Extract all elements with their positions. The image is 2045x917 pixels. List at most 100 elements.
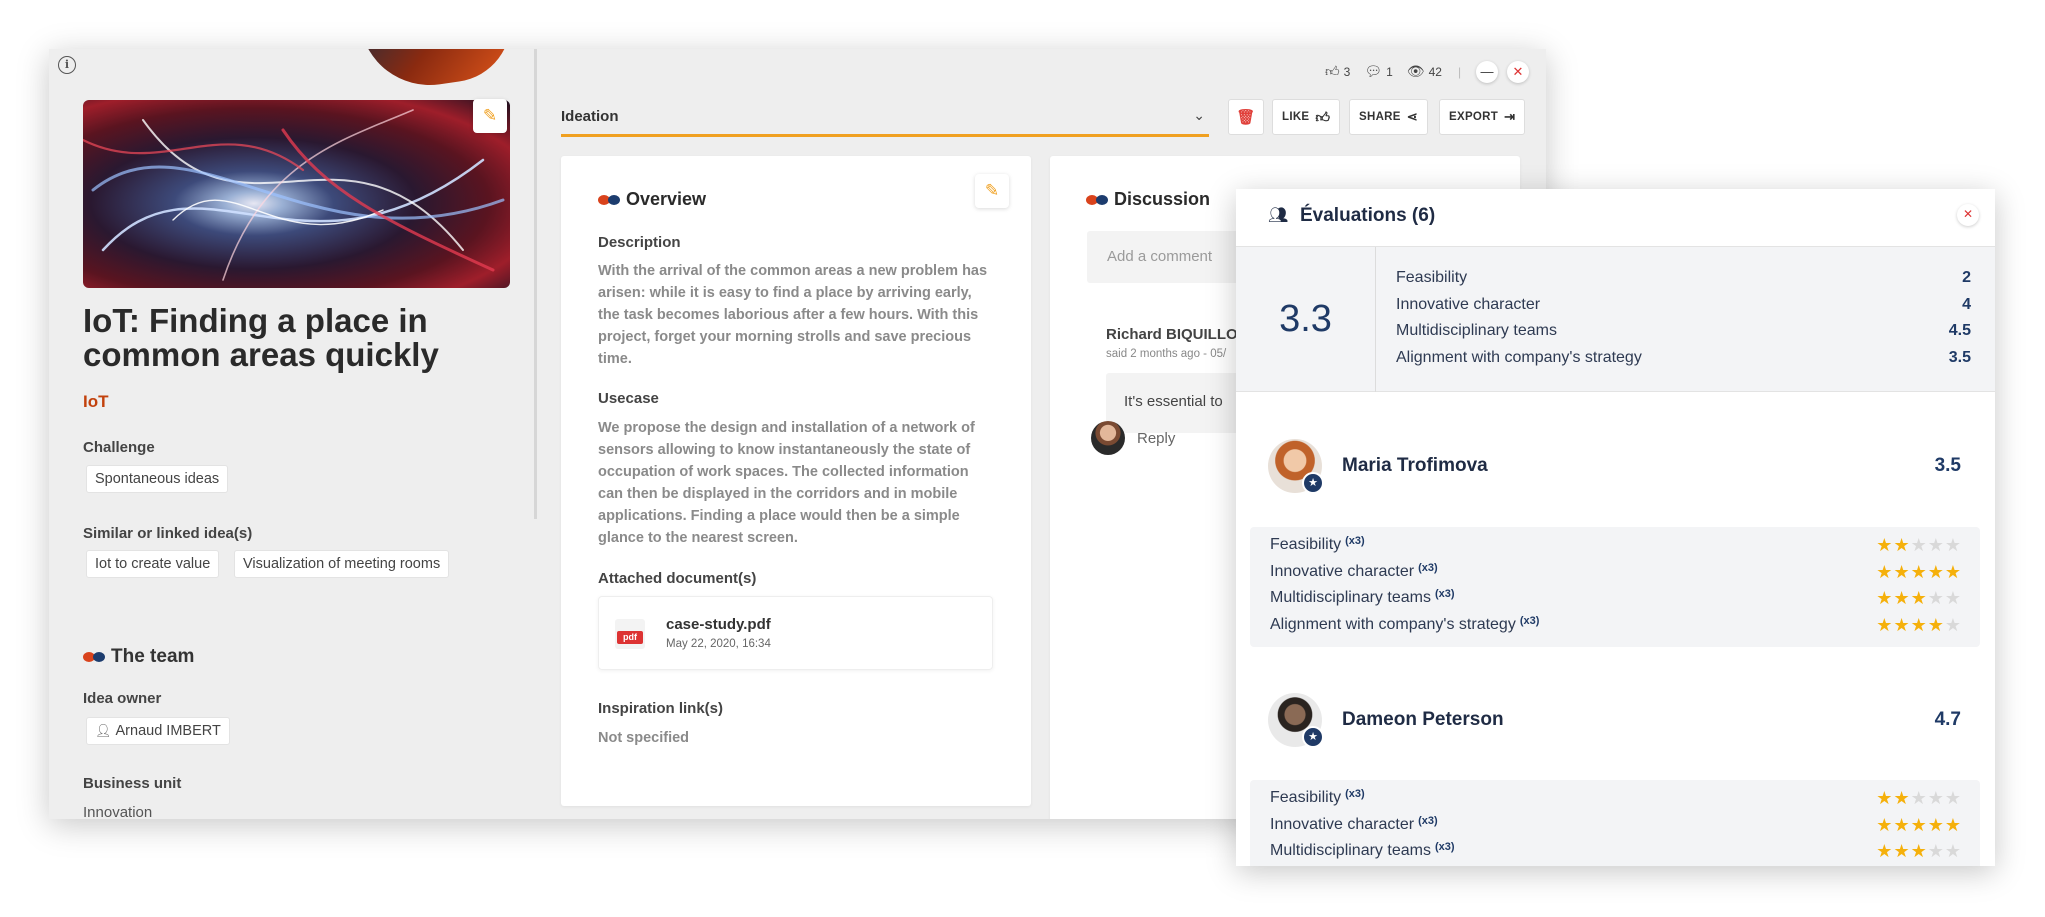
similar-idea-chip[interactable]: Iot to create value	[86, 550, 219, 578]
idea-owner-label: Idea owner	[83, 690, 161, 707]
thumbs-up-icon: 👍︎	[1315, 109, 1330, 126]
star-filled-icon: ★	[1893, 588, 1910, 609]
info-icon[interactable]: i	[58, 56, 76, 74]
star-filled-icon: ★	[1876, 788, 1893, 809]
idea-owner-chip[interactable]: 👤︎Arnaud IMBERT	[86, 717, 230, 745]
comment-author: Richard BIQUILLO	[1106, 326, 1238, 343]
star-filled-icon: ★	[1911, 562, 1928, 583]
sidebar-scrollbar[interactable]	[534, 49, 537, 519]
evaluator-name: Maria Trofimova	[1342, 455, 1488, 477]
export-button-label: EXPORT	[1449, 111, 1498, 123]
summary-row: Feasibility2	[1396, 269, 1971, 287]
document-name: case-study.pdf	[666, 616, 771, 633]
brand-dots-icon	[1086, 195, 1108, 205]
thumbs-up-icon: 👍︎	[1325, 63, 1340, 80]
likes-count: 3	[1344, 65, 1351, 79]
star-filled-icon: ★	[1876, 615, 1893, 636]
star-badge-icon: ★	[1302, 726, 1324, 748]
average-score: 3.3	[1236, 247, 1376, 392]
star-filled-icon: ★	[1893, 615, 1910, 636]
comment-icon: 💬︎	[1364, 63, 1382, 80]
idea-stats: 👍︎ 3 💬︎ 1 👁︎ 42 |	[1325, 63, 1461, 80]
eye-icon: 👁︎	[1407, 63, 1425, 80]
team-heading: The team	[83, 646, 194, 668]
close-evaluations-button[interactable]: ✕	[1957, 204, 1979, 226]
criteria-row: Feasibility(x3)★★★★★	[1270, 535, 1962, 559]
star-filled-icon: ★	[1893, 788, 1910, 809]
export-button[interactable]: EXPORT ⇥	[1439, 99, 1525, 135]
edit-cover-button[interactable]: ✎	[473, 99, 507, 133]
close-window-button[interactable]: ✕	[1507, 61, 1529, 83]
document-date: May 22, 2020, 16:34	[666, 638, 771, 650]
star-filled-icon: ★	[1876, 841, 1893, 862]
criteria-row: Alignment with company's strategy(x3)★★★…	[1270, 615, 1962, 639]
star-filled-icon: ★	[1911, 588, 1928, 609]
close-icon: ✕	[1513, 64, 1524, 79]
brand-dots-icon	[83, 652, 105, 662]
idea-title: IoT: Finding a place in common areas qui…	[83, 304, 503, 372]
similar-ideas-label: Similar or linked idea(s)	[83, 525, 252, 542]
delete-button[interactable]: 🗑︎	[1228, 99, 1264, 135]
criteria-row: Innovative character(x3)★★★★★	[1270, 562, 1962, 586]
overview-card: Overview ✎ Description With the arrival …	[561, 156, 1031, 806]
reply-link[interactable]: Reply	[1137, 430, 1175, 447]
star-filled-icon: ★	[1945, 562, 1962, 583]
minimize-button[interactable]: —	[1476, 61, 1498, 83]
share-icon: ⋖	[1407, 109, 1418, 125]
share-button[interactable]: SHARE ⋖	[1349, 99, 1428, 135]
star-filled-icon: ★	[1928, 562, 1945, 583]
stats-divider: |	[1458, 65, 1461, 79]
star-filled-icon: ★	[1911, 841, 1928, 862]
criteria-list: Feasibility(x3)★★★★★ Innovative characte…	[1250, 527, 1980, 647]
star-empty-icon: ★	[1928, 588, 1945, 609]
business-unit-value: Innovation	[83, 804, 152, 819]
overview-heading-text: Overview	[626, 189, 706, 210]
star-empty-icon: ★	[1911, 535, 1928, 556]
idea-category[interactable]: IoT	[83, 392, 109, 412]
idea-owner-name: Arnaud IMBERT	[116, 723, 221, 739]
criteria-row: Feasibility(x3)★★★★★	[1270, 788, 1962, 812]
rating-stars: ★★★★★	[1876, 562, 1962, 583]
idea-sidebar: i ✎ IoT: Finding a place in common areas…	[49, 49, 536, 819]
close-icon: ✕	[1963, 207, 1973, 221]
minus-icon: —	[1481, 64, 1494, 79]
evaluations-header: 👥︎ Évaluations (6) ✕	[1236, 189, 1995, 247]
evaluations-title: Évaluations (6)	[1300, 205, 1435, 227]
decorative-shape	[360, 49, 519, 94]
star-badge-icon: ★	[1302, 472, 1324, 494]
pdf-file-icon: pdf	[615, 619, 645, 649]
edit-overview-button[interactable]: ✎	[975, 174, 1009, 208]
description-label: Description	[598, 234, 681, 251]
business-unit-label: Business unit	[83, 775, 181, 792]
evaluator-name: Dameon Peterson	[1342, 709, 1504, 731]
stage-select-value: Ideation	[561, 108, 619, 125]
discussion-heading: Discussion	[1086, 189, 1210, 210]
views-count: 42	[1429, 65, 1442, 79]
summary-row: Innovative character4	[1396, 296, 1971, 314]
star-filled-icon: ★	[1876, 588, 1893, 609]
attached-document[interactable]: pdf case-study.pdf May 22, 2020, 16:34	[598, 596, 993, 670]
export-icon: ⇥	[1504, 109, 1515, 125]
star-empty-icon: ★	[1945, 788, 1962, 809]
star-empty-icon: ★	[1928, 788, 1945, 809]
rating-stars: ★★★★★	[1876, 815, 1962, 836]
usecase-text: We propose the design and installation o…	[598, 417, 988, 549]
chevron-down-icon: ⌄	[1193, 107, 1205, 124]
evaluator-score: 3.5	[1935, 455, 1961, 477]
star-filled-icon: ★	[1928, 615, 1945, 636]
star-filled-icon: ★	[1911, 615, 1928, 636]
inspiration-label: Inspiration link(s)	[598, 700, 723, 717]
star-filled-icon: ★	[1893, 562, 1910, 583]
challenge-chip[interactable]: Spontaneous ideas	[86, 465, 228, 493]
star-filled-icon: ★	[1893, 815, 1910, 836]
discussion-heading-text: Discussion	[1114, 189, 1210, 210]
star-filled-icon: ★	[1893, 841, 1910, 862]
comment-meta: said 2 months ago - 05/	[1106, 348, 1226, 360]
like-button[interactable]: LIKE 👍︎	[1272, 99, 1340, 135]
comments-count: 1	[1386, 65, 1393, 79]
stage-select[interactable]: Ideation ⌄	[561, 99, 1209, 137]
similar-idea-chip[interactable]: Visualization of meeting rooms	[234, 550, 449, 578]
summary-row: Multidisciplinary teams4.5	[1396, 322, 1971, 340]
star-filled-icon: ★	[1945, 815, 1962, 836]
rating-stars: ★★★★★	[1876, 615, 1962, 636]
